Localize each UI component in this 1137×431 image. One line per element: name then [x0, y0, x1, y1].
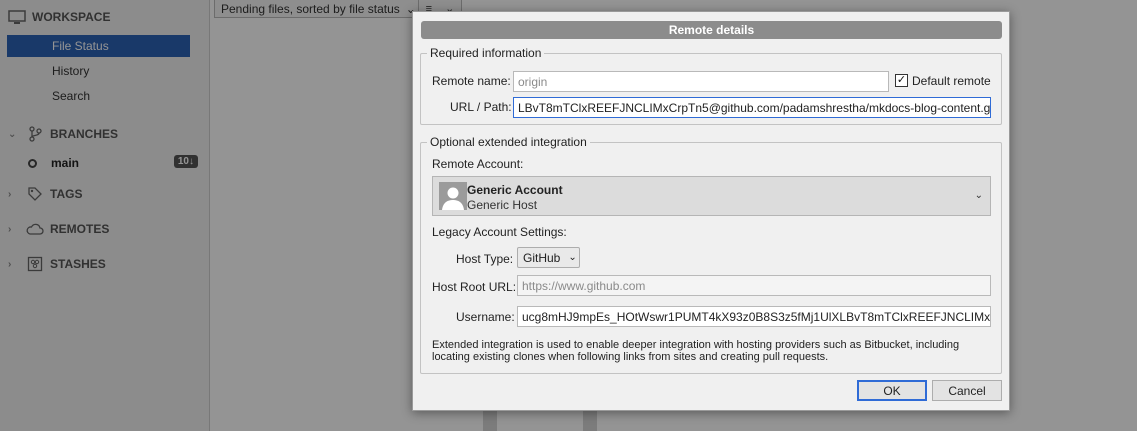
host-type-select[interactable]: GitHub ⌄: [517, 247, 580, 268]
remote-name-label: Remote name:: [432, 74, 511, 88]
default-remote-checkbox[interactable]: ✓: [895, 74, 908, 87]
username-label: Username:: [456, 310, 515, 324]
required-info-legend: Required information: [430, 46, 542, 60]
checkmark-icon: ✓: [896, 74, 907, 86]
remote-account-select[interactable]: Generic Account Generic Host ⌄: [432, 176, 991, 216]
host-root-label: Host Root URL:: [432, 280, 517, 294]
host-type-label: Host Type:: [456, 252, 514, 266]
integration-note: Extended integration is used to enable d…: [432, 339, 960, 363]
dialog-title: Remote details: [421, 21, 1002, 39]
url-label: URL / Path:: [450, 100, 512, 114]
default-remote-label: Default remote: [912, 74, 991, 88]
remote-account-label: Remote Account:: [432, 157, 524, 171]
cancel-button[interactable]: Cancel: [932, 380, 1002, 401]
ok-button[interactable]: OK: [857, 380, 927, 401]
remote-name-input[interactable]: origin: [513, 71, 889, 92]
chevron-down-icon: ⌄: [974, 190, 983, 201]
username-input[interactable]: ucg8mHJ9mpEs_HOtWswr1PUMT4kX93z0B8S3z5fM…: [517, 306, 991, 327]
host-root-input[interactable]: https://www.github.com: [517, 275, 991, 296]
url-input[interactable]: LBvT8mTClxREEFJNCLIMxCrpTn5@github.com/p…: [513, 97, 991, 118]
legacy-settings-label: Legacy Account Settings:: [432, 225, 567, 239]
host-type-value: GitHub: [523, 250, 561, 265]
remote-details-dialog: Remote details Required information Remo…: [412, 11, 1010, 411]
chevron-down-icon: ⌄: [568, 252, 577, 263]
optional-integration-legend: Optional extended integration: [430, 135, 587, 149]
avatar-icon: [439, 182, 467, 210]
account-host: Generic Host: [467, 198, 538, 212]
account-name: Generic Account: [467, 183, 563, 197]
